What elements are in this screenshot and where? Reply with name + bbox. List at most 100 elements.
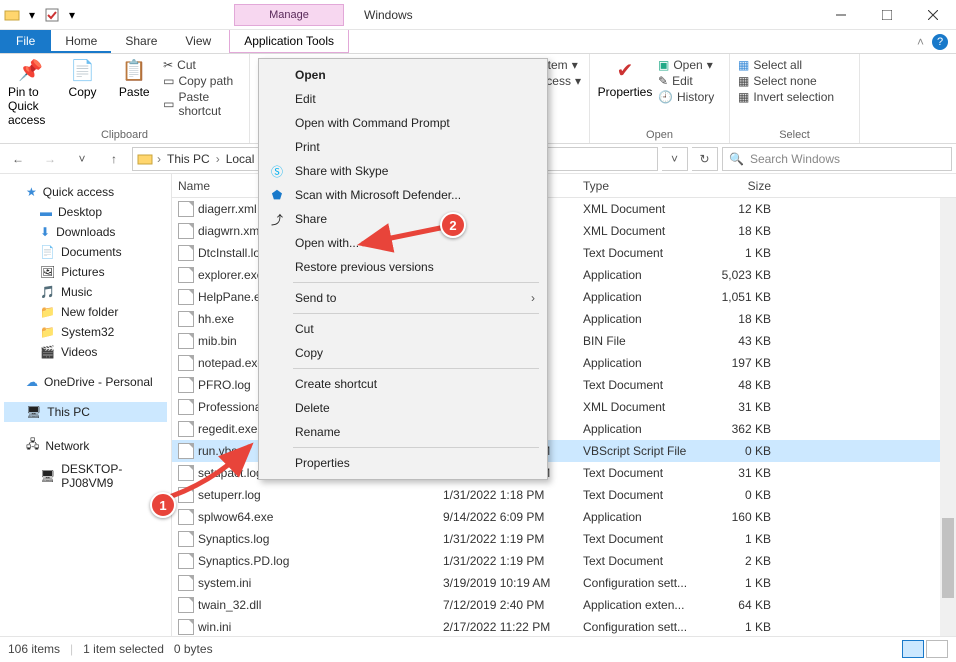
file-row[interactable]: win.ini2/17/2022 11:22 PMConfiguration s… (172, 616, 956, 636)
search-input[interactable]: 🔍 Search Windows (722, 147, 952, 171)
tab-view[interactable]: View (171, 30, 225, 53)
group-label: Open (598, 127, 721, 141)
close-button[interactable] (910, 0, 956, 30)
ctx-rename[interactable]: Rename (259, 420, 547, 444)
file-row[interactable]: splwow64.exe9/14/2022 6:09 PMApplication… (172, 506, 956, 528)
history-icon: 🕘 (658, 90, 673, 104)
invertsel-button[interactable]: ▦Invert selection (738, 90, 834, 104)
file-icon (178, 311, 194, 327)
grid-icon: ▦ (738, 90, 749, 104)
file-date: 7/12/2019 2:40 PM (437, 598, 577, 612)
forward-button[interactable]: → (36, 147, 64, 171)
nav-downloads[interactable]: ⬇Downloads (4, 222, 167, 242)
nav-quickaccess[interactable]: ★Quick access (4, 182, 167, 202)
checkbox-icon[interactable] (44, 7, 60, 23)
copy-button[interactable]: 📄Copy (60, 58, 106, 99)
tab-application-tools[interactable]: Application Tools (229, 30, 349, 53)
recent-button[interactable]: ˅ (68, 147, 96, 171)
file-icon (178, 223, 194, 239)
nav-videos[interactable]: 🎬Videos (4, 342, 167, 362)
scrollbar-thumb[interactable] (942, 518, 954, 598)
file-name: win.ini (198, 620, 231, 634)
file-type: Application (577, 312, 707, 326)
file-size: 5,023 KB (707, 268, 777, 282)
back-button[interactable]: ← (4, 147, 32, 171)
copypath-button[interactable]: ▭Copy path (163, 74, 241, 88)
pin-button[interactable]: 📌Pin to Quick access (8, 58, 54, 127)
history-button[interactable]: 🕘History (658, 90, 714, 104)
file-row[interactable]: setuperr.log1/31/2022 1:18 PMText Docume… (172, 484, 956, 506)
collapse-ribbon-icon[interactable]: ˄ (917, 35, 924, 49)
ctx-restore[interactable]: Restore previous versions (259, 255, 547, 279)
window-title: Windows (364, 8, 413, 22)
details-view-button[interactable] (902, 640, 924, 658)
ctx-edit[interactable]: Edit (259, 87, 547, 111)
ctx-sendto[interactable]: Send to› (259, 286, 547, 310)
selectall-button[interactable]: ▦Select all (738, 58, 834, 72)
ctx-copy[interactable]: Copy (259, 341, 547, 365)
edit-button[interactable]: ✎Edit (658, 74, 714, 88)
chevron-down-icon[interactable]: ▾ (24, 7, 40, 23)
nav-music[interactable]: 🎵Music (4, 282, 167, 302)
ctx-skype[interactable]: ⓈShare with Skype (259, 159, 547, 183)
refresh-button[interactable]: ↻ (692, 147, 718, 171)
file-row[interactable]: twain_32.dll7/12/2019 2:40 PMApplication… (172, 594, 956, 616)
nav-desktop[interactable]: ▬Desktop (4, 202, 167, 222)
icons-view-button[interactable] (926, 640, 948, 658)
file-size: 160 KB (707, 510, 777, 524)
file-name: regedit.exe (198, 422, 257, 436)
file-name: PFRO.log (198, 378, 251, 392)
nav-pane: ★Quick access ▬Desktop ⬇Downloads 📄Docum… (0, 174, 172, 636)
status-selected: 1 item selected (83, 642, 164, 656)
paste-button[interactable]: 📋Paste (111, 58, 157, 99)
annotation-arrow (100, 440, 280, 520)
tab-file[interactable]: File (0, 30, 51, 53)
file-row[interactable]: system.ini3/19/2019 10:19 AMConfiguratio… (172, 572, 956, 594)
nav-documents[interactable]: 📄Documents (4, 242, 167, 262)
file-name: notepad.exe (198, 356, 264, 370)
tab-home[interactable]: Home (51, 30, 111, 53)
file-icon (178, 399, 194, 415)
ctx-print[interactable]: Print (259, 135, 547, 159)
up-button[interactable]: ↑ (100, 147, 128, 171)
pasteshortcut-button[interactable]: ▭Paste shortcut (163, 90, 241, 118)
status-size: 0 bytes (174, 642, 213, 656)
file-row[interactable]: Synaptics.PD.log1/31/2022 1:19 PMText Do… (172, 550, 956, 572)
tab-share[interactable]: Share (111, 30, 171, 53)
nav-thispc[interactable]: 🖥This PC (4, 402, 167, 422)
music-icon: 🎵 (40, 285, 55, 299)
ctx-shortcut[interactable]: Create shortcut (259, 372, 547, 396)
chevron-down-icon[interactable]: ▾ (64, 7, 80, 23)
cut-button[interactable]: ✂Cut (163, 58, 241, 72)
status-items: 106 items (8, 642, 60, 656)
contextual-tab-manage[interactable]: Manage (234, 4, 344, 26)
selectnone-button[interactable]: ▦Select none (738, 74, 834, 88)
col-size[interactable]: Size (707, 179, 777, 193)
help-icon[interactable]: ? (932, 34, 948, 50)
file-size: 1 KB (707, 246, 777, 260)
ctx-open[interactable]: Open (259, 63, 547, 87)
file-size: 18 KB (707, 224, 777, 238)
file-type: Text Document (577, 466, 707, 480)
ctx-cut[interactable]: Cut (259, 317, 547, 341)
file-type: Text Document (577, 554, 707, 568)
nav-newfolder[interactable]: 📁New folder (4, 302, 167, 322)
nav-onedrive[interactable]: ☁OneDrive - Personal (4, 372, 167, 392)
dropdown-button[interactable]: ˅ (662, 147, 688, 171)
open-button[interactable]: ▣Open ▾ (658, 58, 714, 72)
file-type: Text Document (577, 532, 707, 546)
minimize-button[interactable] (818, 0, 864, 30)
col-type[interactable]: Type (577, 179, 707, 193)
maximize-button[interactable] (864, 0, 910, 30)
file-row[interactable]: Synaptics.log1/31/2022 1:19 PMText Docum… (172, 528, 956, 550)
ctx-cmd[interactable]: Open with Command Prompt (259, 111, 547, 135)
scrollbar[interactable] (940, 198, 956, 636)
nav-pictures[interactable]: 🖼Pictures (4, 262, 167, 282)
file-size: 31 KB (707, 466, 777, 480)
ctx-properties[interactable]: Properties (259, 451, 547, 475)
properties-button[interactable]: ✔Properties (598, 58, 652, 99)
nav-system32[interactable]: 📁System32 (4, 322, 167, 342)
file-icon (178, 575, 194, 591)
chevron-right-icon: › (531, 291, 535, 305)
ctx-delete[interactable]: Delete (259, 396, 547, 420)
